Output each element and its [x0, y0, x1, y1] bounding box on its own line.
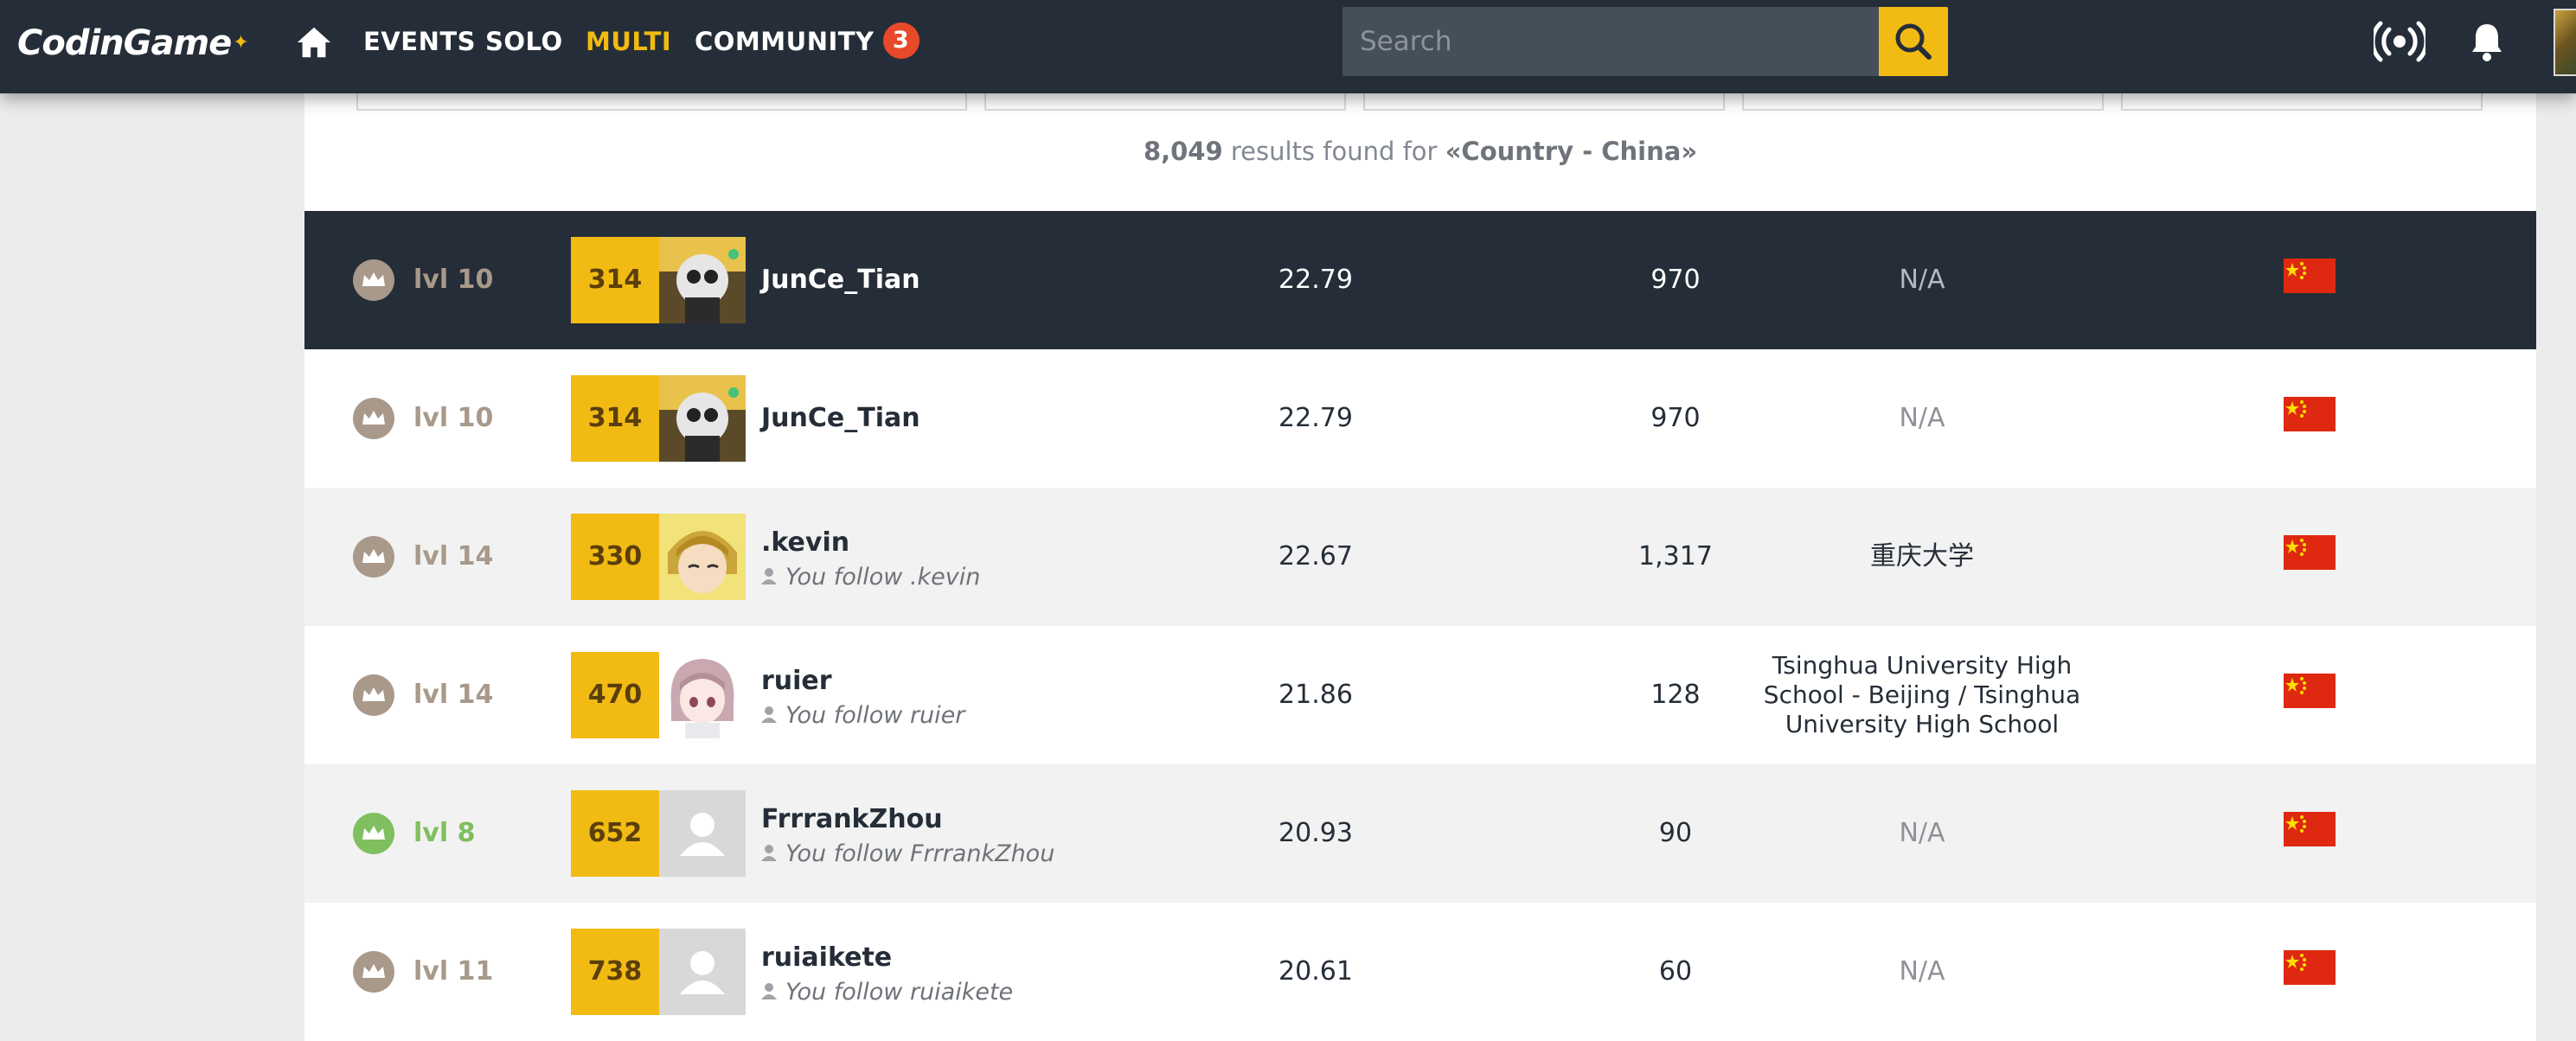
school-value: 重庆大学	[1870, 541, 1974, 572]
follow-status: You follow ruier	[761, 702, 964, 729]
user-icon	[761, 567, 777, 584]
nav-events[interactable]: EVENTS	[363, 0, 476, 83]
china-flag-icon[interactable]	[2284, 950, 2336, 985]
home-icon[interactable]	[294, 22, 334, 62]
crown-icon	[353, 951, 394, 993]
player-name[interactable]: JunCe_Tian	[761, 265, 920, 295]
user-avatar[interactable]	[2554, 9, 2576, 76]
level-text: lvl 10	[413, 403, 494, 433]
broadcast-icon[interactable]	[2374, 21, 2425, 62]
crown-icon	[353, 674, 394, 716]
bell-icon[interactable]	[2470, 21, 2503, 62]
school-value: N/A	[1899, 956, 1945, 987]
results-count: 8,049	[1143, 137, 1223, 166]
score-value: 21.86	[1278, 680, 1353, 710]
user-icon	[761, 706, 777, 723]
nav-multi[interactable]: MULTI	[586, 0, 671, 83]
robot-avatar-image	[659, 375, 746, 462]
robot-avatar-image	[659, 237, 746, 323]
follow-text: You follow .kevin	[785, 564, 981, 591]
player-avatar[interactable]	[659, 514, 746, 600]
crown-icon	[353, 813, 394, 854]
score-value: 22.79	[1278, 403, 1353, 433]
default-avatar-icon	[659, 929, 746, 1015]
follow-text: You follow ruiaikete	[785, 979, 1014, 1006]
player-name[interactable]: JunCe_Tian	[761, 403, 920, 433]
crown-icon	[353, 536, 394, 578]
leaderboard-row[interactable]: lvl 8 652 FrrrankZhou You follow Frrrank…	[304, 764, 2536, 903]
player-avatar[interactable]	[659, 375, 746, 462]
score-value: 20.93	[1278, 818, 1353, 848]
nav-community[interactable]: COMMUNITY 3	[695, 0, 920, 83]
china-flag-icon[interactable]	[2284, 812, 2336, 846]
anime-avatar-image	[659, 652, 746, 738]
player-name[interactable]: .kevin	[761, 527, 849, 558]
player-avatar[interactable]	[659, 652, 746, 738]
china-flag-icon[interactable]	[2284, 535, 2336, 570]
leaderboard-row[interactable]: lvl 10 314 JunCe_Tian 22.79 970 N/A	[304, 349, 2536, 488]
results-middle: results found for	[1222, 137, 1445, 166]
rank-value: 314	[571, 237, 659, 323]
rank-value: 652	[571, 790, 659, 877]
player-avatar[interactable]	[659, 790, 746, 877]
score-value: 22.79	[1278, 265, 1353, 295]
search-input[interactable]	[1342, 7, 1881, 76]
notification-badge: 3	[882, 22, 920, 59]
player-avatar[interactable]	[659, 929, 746, 1015]
player-avatar[interactable]	[659, 237, 746, 323]
codingame-logo[interactable]: CodinGame✦	[17, 17, 249, 69]
leaderboard-panel: 8,049 results found for «Country - China…	[304, 85, 2536, 1041]
china-flag-icon[interactable]	[2284, 397, 2336, 431]
school-value: N/A	[1899, 403, 1945, 433]
nav-solo[interactable]: SOLO	[485, 0, 563, 83]
level-text: lvl 10	[413, 265, 494, 295]
nav-community-label: COMMUNITY	[695, 27, 875, 56]
rank-value: 314	[571, 375, 659, 462]
level-text: lvl 14	[413, 541, 494, 572]
leaderboard-row[interactable]: lvl 14 470 ruier You follow ruier 21.86	[304, 626, 2536, 764]
score-value: 20.61	[1278, 956, 1353, 987]
search-icon	[1895, 23, 1932, 60]
default-avatar-icon	[659, 790, 746, 877]
follow-status: You follow .kevin	[761, 564, 980, 591]
rank-value: 330	[571, 514, 659, 600]
leaderboard-row[interactable]: lvl 11 738 ruiaikete You follow ruiaiket…	[304, 903, 2536, 1041]
results-query: «Country - China»	[1445, 137, 1698, 166]
top-navbar: CodinGame✦ EVENTS SOLO MULTI COMMUNITY 3	[0, 0, 2576, 93]
level-text: lvl 8	[413, 818, 476, 848]
school-value: N/A	[1899, 818, 1945, 848]
leaderboard-rows: lvl 10 314 JunCe_Tian 22.79 970 N/A lvl …	[304, 211, 2536, 1041]
level-text: lvl 14	[413, 680, 494, 710]
china-flag-icon[interactable]	[2284, 674, 2336, 708]
search-button[interactable]	[1879, 7, 1948, 76]
crown-icon	[353, 398, 394, 439]
leaderboard-row-current-user[interactable]: lvl 10 314 JunCe_Tian 22.79 970 N/A	[304, 211, 2536, 349]
rank-value: 738	[571, 929, 659, 1015]
follow-status: You follow FrrrankZhou	[761, 840, 1054, 867]
user-icon	[761, 844, 777, 861]
leaderboard-row[interactable]: lvl 14 330 .kevin You follow .kevin 22.6…	[304, 488, 2536, 626]
user-icon	[761, 982, 777, 999]
level-text: lvl 11	[413, 956, 494, 987]
filters-row	[304, 85, 2536, 112]
logo-spark-icon: ✦	[233, 32, 248, 54]
china-flag-icon[interactable]	[2284, 259, 2336, 293]
school-value: Tsinghua University High School - Beijin…	[1763, 651, 2081, 738]
score-value: 22.67	[1278, 541, 1353, 572]
player-name[interactable]: ruiaikete	[761, 942, 892, 973]
follow-text: You follow FrrrankZhou	[785, 840, 1055, 867]
player-name[interactable]: FrrrankZhou	[761, 804, 943, 834]
player-name[interactable]: ruier	[761, 666, 832, 696]
follow-text: You follow ruier	[785, 702, 965, 729]
crown-icon	[353, 259, 394, 301]
school-value: N/A	[1899, 265, 1945, 295]
follow-status: You follow ruiaikete	[761, 979, 1013, 1006]
results-summary: 8,049 results found for «Country - China…	[304, 137, 2536, 166]
anime-avatar-image	[659, 514, 746, 600]
rank-value: 470	[571, 652, 659, 738]
